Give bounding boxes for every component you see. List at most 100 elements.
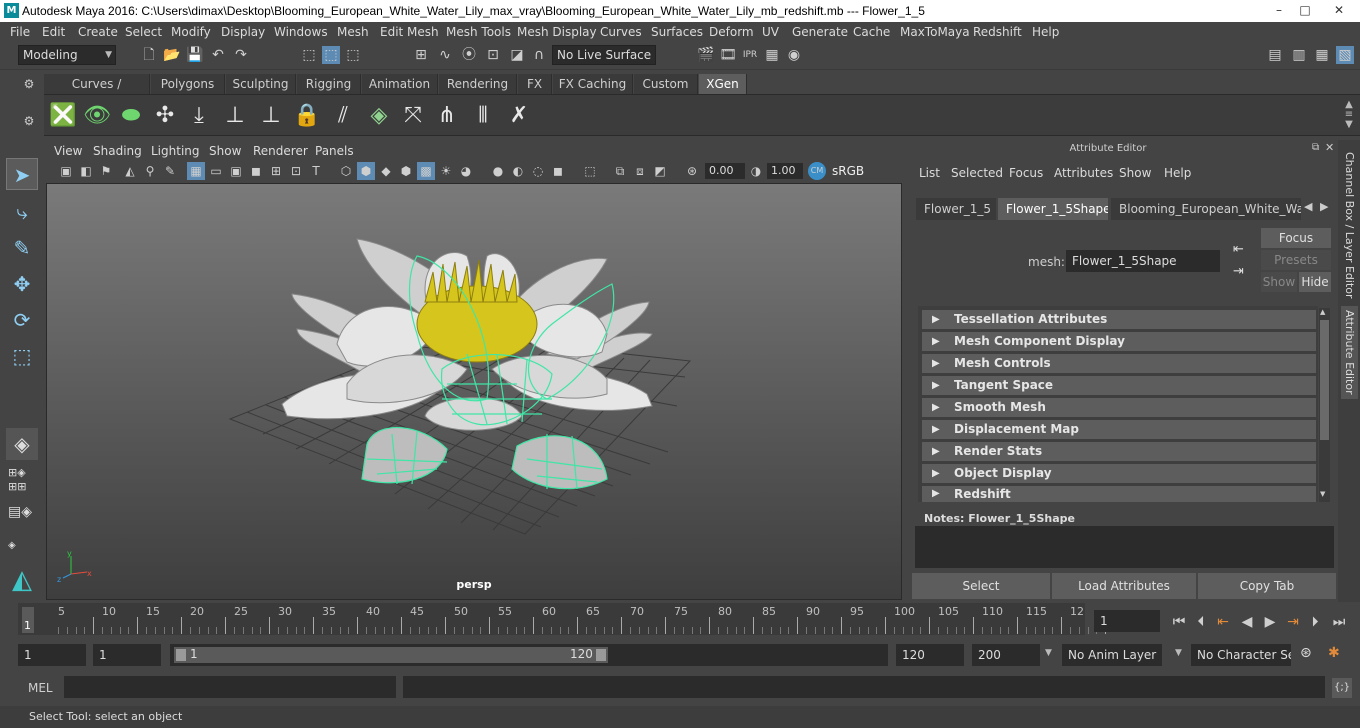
command-input[interactable] bbox=[64, 676, 396, 698]
viewport-menu-lighting[interactable]: Lighting bbox=[151, 144, 200, 158]
isolate-select-icon[interactable]: ⬚ bbox=[581, 162, 599, 180]
ambient-occlusion-icon[interactable]: ● bbox=[489, 162, 507, 180]
motion-blur-icon[interactable]: ◐ bbox=[509, 162, 527, 180]
channel-box-toggle-icon[interactable]: ▧ bbox=[1336, 46, 1354, 64]
snap-view-icon[interactable]: ⊡ bbox=[484, 46, 502, 64]
go-to-start-icon[interactable]: ⏮ bbox=[1168, 613, 1190, 631]
smooth-shade-icon[interactable]: ⬢ bbox=[357, 162, 375, 180]
xgen-delete-guide-icon[interactable]: ✗ bbox=[504, 101, 534, 131]
scale-tool-icon[interactable]: ⬚ bbox=[6, 340, 38, 372]
scrollbar-thumb[interactable] bbox=[1320, 320, 1329, 440]
xgen-editor-icon[interactable]: ❎ bbox=[48, 101, 78, 131]
show-input-icon[interactable]: ⇤ bbox=[1233, 242, 1244, 257]
menu-maxtomaya[interactable]: MaxToMaya bbox=[900, 25, 970, 39]
snap-curve-icon[interactable]: ∿ bbox=[436, 46, 454, 64]
shelf-tab-xgen[interactable]: XGen bbox=[699, 74, 747, 94]
play-forwards-icon[interactable]: ▶ bbox=[1259, 613, 1281, 631]
open-scene-icon[interactable]: 📂 bbox=[163, 46, 181, 64]
viewport-menu-view[interactable]: View bbox=[54, 144, 82, 158]
image-plane-icon[interactable]: ◭ bbox=[121, 162, 139, 180]
ae-menu-attributes[interactable]: Attributes bbox=[1054, 166, 1113, 180]
xgen-collection-icon[interactable]: ⬬ bbox=[116, 101, 146, 131]
character-set-chevron-icon[interactable]: ▼ bbox=[1175, 648, 1182, 658]
menu-help[interactable]: Help bbox=[1032, 25, 1059, 39]
animation-end-field[interactable]: 200 bbox=[972, 644, 1040, 666]
time-slider-track[interactable]: 1 5 10 15 20 25 30 35 40 45 50 55 60 65 70 75 80 85 90 95 1… bbox=[18, 603, 1107, 635]
outliner-layout-icon[interactable]: ▤◈ bbox=[8, 504, 38, 532]
tab-scroll-right-icon[interactable]: ▶ bbox=[1320, 200, 1328, 213]
render-settings-icon[interactable]: ▦ bbox=[763, 46, 781, 64]
animation-start-field[interactable]: 1 bbox=[18, 644, 86, 666]
save-scene-icon[interactable]: 💾 bbox=[186, 46, 204, 64]
snap-point-icon[interactable]: ⦿ bbox=[460, 46, 478, 64]
range-bar[interactable]: 1 120 bbox=[170, 644, 888, 666]
playback-start-field[interactable]: 1 bbox=[93, 644, 161, 666]
xgen-guides-icon[interactable]: ⫽ bbox=[328, 101, 358, 131]
menu-modify[interactable]: Modify bbox=[171, 25, 211, 39]
range-end-grip[interactable] bbox=[596, 649, 606, 661]
float-panel-icon[interactable]: ⧉ bbox=[1312, 142, 1319, 153]
ipr-render-icon[interactable]: IPR bbox=[741, 46, 759, 64]
section-mesh-controls[interactable]: ▶ Mesh Controls bbox=[922, 354, 1316, 373]
snap-grid-icon[interactable]: ⊞ bbox=[412, 46, 430, 64]
grid-toggle-icon[interactable]: ▦ bbox=[187, 162, 205, 180]
hypershade-icon[interactable]: ◉ bbox=[785, 46, 803, 64]
section-object-display[interactable]: ▶ Object Display bbox=[922, 464, 1316, 483]
menu-cache[interactable]: Cache bbox=[853, 25, 890, 39]
animation-preferences-icon[interactable]: ✱ bbox=[1328, 645, 1348, 665]
ae-menu-show[interactable]: Show bbox=[1119, 166, 1151, 180]
play-backwards-icon[interactable]: ◀ bbox=[1236, 613, 1258, 631]
go-to-end-icon[interactable]: ⏭ bbox=[1328, 613, 1350, 631]
hide-button[interactable]: Hide bbox=[1299, 272, 1331, 292]
camera-attributes-icon[interactable]: ◧ bbox=[77, 162, 95, 180]
exposure-icon[interactable]: ⊛ bbox=[683, 162, 701, 180]
character-set-dropdown[interactable]: No Character Set bbox=[1191, 644, 1291, 666]
ae-menu-list[interactable]: List bbox=[919, 166, 940, 180]
playback-end-field[interactable]: 120 bbox=[896, 644, 964, 666]
xgen-grid-icon[interactable]: ◈ bbox=[364, 101, 394, 131]
field-chart-icon[interactable]: ⊞ bbox=[267, 162, 285, 180]
xray-joints-icon[interactable]: ⧈ bbox=[631, 162, 649, 180]
lasso-tool-icon[interactable]: ⤷ bbox=[6, 196, 38, 228]
scroll-up-icon[interactable]: ▲ bbox=[1320, 308, 1325, 316]
snap-surface-icon[interactable]: ◪ bbox=[508, 46, 526, 64]
menu-edit[interactable]: Edit bbox=[42, 25, 65, 39]
default-material-icon[interactable]: ⬢ bbox=[397, 162, 415, 180]
move-tool-icon[interactable]: ✥ bbox=[6, 268, 38, 300]
menu-redshift[interactable]: Redshift bbox=[973, 25, 1022, 39]
menu-surfaces[interactable]: Surfaces bbox=[651, 25, 703, 39]
section-tangent-space[interactable]: ▶ Tangent Space bbox=[922, 376, 1316, 395]
mode-selector[interactable]: Modeling ▼ bbox=[18, 45, 116, 65]
shelf-options-gear-icon[interactable]: ⚙ bbox=[20, 112, 38, 130]
tool-settings-toggle-icon[interactable]: ▦ bbox=[1313, 46, 1331, 64]
paint-select-tool-icon[interactable]: ✎ bbox=[6, 232, 38, 264]
exposure-field[interactable]: 0.00 bbox=[705, 163, 745, 179]
undo-icon[interactable]: ↶ bbox=[209, 46, 227, 64]
render-frame-icon[interactable]: 🎞 bbox=[719, 46, 737, 64]
2d-pan-zoom-icon[interactable]: ⚲ bbox=[141, 162, 159, 180]
presets-button[interactable]: Presets bbox=[1261, 250, 1331, 270]
section-displacement-map[interactable]: ▶ Displacement Map bbox=[922, 420, 1316, 439]
camera-select-icon[interactable]: ▣ bbox=[57, 162, 75, 180]
tab-scroll-left-icon[interactable]: ◀ bbox=[1304, 200, 1312, 213]
ae-tab-material[interactable]: Blooming_European_White_Water_ bbox=[1111, 198, 1301, 220]
current-frame-field[interactable]: 1 bbox=[1094, 610, 1160, 632]
safe-action-icon[interactable]: ⊡ bbox=[287, 162, 305, 180]
menu-edit-mesh[interactable]: Edit Mesh bbox=[380, 25, 439, 39]
xgen-preview-icon[interactable]: 👁 bbox=[82, 101, 112, 131]
resolution-gate-icon[interactable]: ▣ bbox=[227, 162, 245, 180]
step-forward-key-icon[interactable]: ⇥ bbox=[1282, 613, 1304, 631]
xgen-select-guide-icon[interactable]: ⊥ bbox=[256, 101, 286, 131]
section-redshift[interactable]: ▶ Redshift bbox=[922, 486, 1316, 502]
show-button[interactable]: Show bbox=[1261, 272, 1297, 292]
range-start-grip[interactable] bbox=[176, 649, 186, 661]
gamma-icon[interactable]: ◑ bbox=[747, 162, 765, 180]
xgen-add-guide-icon[interactable]: ⊥ bbox=[220, 101, 250, 131]
shelf-tab-rendering[interactable]: Rendering bbox=[439, 74, 517, 94]
shelf-scroll-arrows-icon[interactable]: ▲ ≡ ▼ bbox=[1341, 100, 1357, 132]
four-pane-layout-icon[interactable]: ⊞◈ ⊞⊞ bbox=[8, 466, 38, 496]
script-editor-icon[interactable]: {;} bbox=[1332, 678, 1352, 698]
menu-mesh[interactable]: Mesh bbox=[337, 25, 369, 39]
anti-aliasing-icon[interactable]: ◌ bbox=[529, 162, 547, 180]
shadows-icon[interactable]: ◕ bbox=[457, 162, 475, 180]
